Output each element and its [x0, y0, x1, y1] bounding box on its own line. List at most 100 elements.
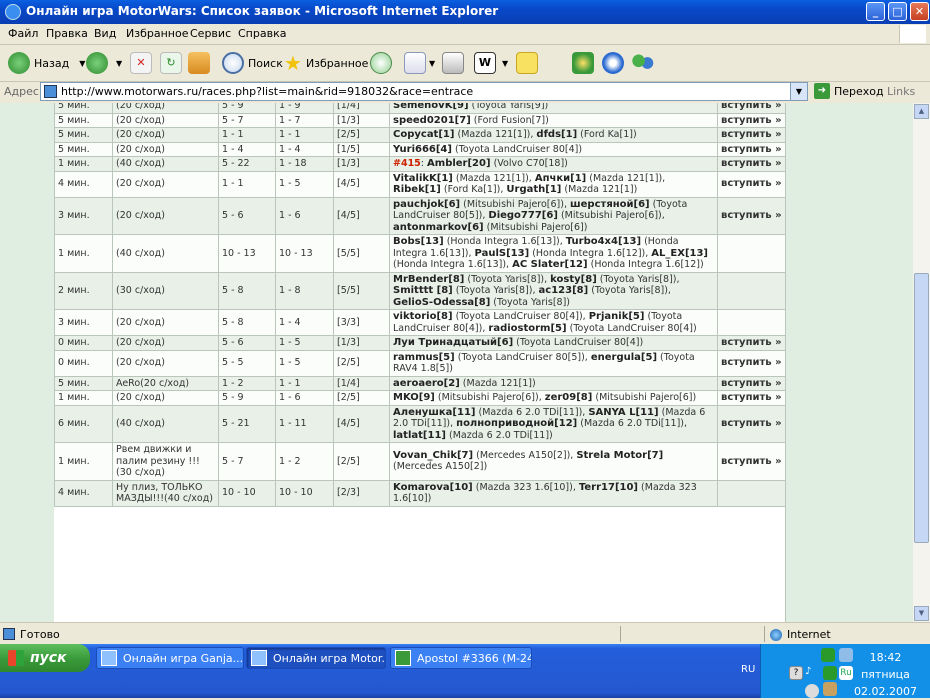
racer-name[interactable]: radiostorm[5]: [488, 323, 566, 334]
racer-name[interactable]: MKO[9]: [393, 392, 435, 403]
racer-name[interactable]: Vovan_Chik[7]: [393, 450, 473, 461]
back-circle-icon[interactable]: [805, 684, 819, 698]
vertical-scrollbar[interactable]: ▲ ▼: [913, 103, 930, 622]
search-button[interactable]: Поиск: [222, 50, 283, 76]
racer-name[interactable]: Terr17[10]: [579, 482, 638, 493]
help-icon[interactable]: ?: [789, 666, 803, 680]
racer-name[interactable]: Аленушка[11]: [393, 407, 476, 418]
join-race-button[interactable]: вступить »: [717, 156, 786, 172]
racer-name[interactable]: energula[5]: [591, 352, 657, 363]
racer-name[interactable]: latlat[11]: [393, 430, 446, 441]
taskbar-item-motorwars[interactable]: Онлайн игра Motor...: [246, 647, 386, 669]
join-race-button[interactable]: вступить »: [717, 404, 786, 443]
chevron-down-icon[interactable]: ▼: [429, 59, 435, 68]
racer-name[interactable]: Strela Motor[7]: [576, 450, 663, 461]
research-button[interactable]: [602, 50, 624, 76]
join-race-button[interactable]: вступить »: [717, 349, 786, 377]
go-button[interactable]: ➜ Переход: [814, 83, 884, 99]
racer-name[interactable]: viktorio[8]: [393, 311, 453, 322]
clock[interactable]: 18:42 пятница 02.02.2007: [854, 649, 917, 700]
ru-input-icon[interactable]: Ru: [839, 666, 853, 680]
taskbar-item-ganja[interactable]: Онлайн игра Ganja...: [96, 647, 244, 669]
racer-name[interactable]: Луи Тринадцатый[6]: [393, 337, 513, 348]
join-race-button[interactable]: вступить »: [717, 170, 786, 198]
chevron-down-icon[interactable]: ▼: [79, 59, 85, 68]
join-race-button[interactable]: вступить »: [717, 375, 786, 391]
home-button[interactable]: [188, 50, 210, 76]
history-button[interactable]: [370, 50, 392, 76]
racer-name[interactable]: MrBender[8]: [393, 274, 464, 285]
join-race-button[interactable]: вступить »: [717, 442, 786, 481]
maximize-button[interactable]: □: [888, 2, 907, 21]
join-race-button[interactable]: вступить »: [717, 112, 786, 128]
racer-name[interactable]: Yuri666[4]: [393, 144, 452, 155]
scroll-up-icon[interactable]: ▲: [914, 104, 929, 119]
users-icon[interactable]: [839, 648, 853, 662]
language-indicator[interactable]: RU: [741, 664, 755, 675]
racer-name[interactable]: aeroaero[2]: [393, 378, 460, 389]
chevron-down-icon[interactable]: ▼: [790, 83, 807, 100]
messenger-button[interactable]: [632, 50, 654, 76]
network-icon[interactable]: [821, 648, 835, 662]
racer-name[interactable]: AL_EX[13]: [651, 248, 708, 259]
join-race-button[interactable]: вступить »: [717, 390, 786, 406]
menu-edit[interactable]: Правка: [46, 27, 88, 40]
racer-name[interactable]: Turbo4x4[13]: [566, 236, 641, 247]
racer-name[interactable]: SemenovK[9]: [393, 103, 469, 111]
racer-name[interactable]: speed0201[7]: [393, 115, 471, 126]
favorites-button[interactable]: ★ Избранное: [284, 50, 368, 76]
racer-name[interactable]: Ambler[20]: [427, 158, 491, 169]
scroll-thumb[interactable]: [914, 273, 929, 543]
window-titlebar[interactable]: Онлайн игра MotorWars: Список заявок - M…: [0, 0, 930, 24]
racer-name[interactable]: GelioS-Odessa[8]: [393, 297, 490, 308]
plugin-button[interactable]: [572, 50, 594, 76]
chevron-down-icon[interactable]: ▼: [116, 59, 122, 68]
racer-name[interactable]: antonmarkov[6]: [393, 222, 484, 233]
minimize-button[interactable]: _: [866, 2, 885, 21]
racer-name[interactable]: Bobs[13]: [393, 236, 444, 247]
refresh-button[interactable]: ↻: [160, 50, 182, 76]
racer-name[interactable]: rammus[5]: [393, 352, 455, 363]
racer-name[interactable]: Diego777[6]: [488, 210, 558, 221]
racer-name[interactable]: Prjanik[5]: [589, 311, 645, 322]
racer-name[interactable]: Copycat[1]: [393, 129, 454, 140]
start-button[interactable]: пуск: [0, 644, 90, 672]
racer-name[interactable]: шерстяной[6]: [570, 199, 650, 210]
racer-name[interactable]: pauchjok[6]: [393, 199, 460, 210]
scroll-down-icon[interactable]: ▼: [914, 606, 929, 621]
edit-button[interactable]: W ▼: [474, 50, 508, 76]
taskbar-item-apostol[interactable]: Apostol #3366 (M-24...: [390, 647, 532, 669]
racer-name[interactable]: Апчки[1]: [535, 173, 586, 184]
menu-favorites[interactable]: Избранное: [126, 27, 188, 40]
forward-button[interactable]: ▼: [86, 50, 122, 76]
racer-name[interactable]: Komarova[10]: [393, 482, 473, 493]
print-button[interactable]: [442, 50, 464, 76]
menu-help[interactable]: Справка: [238, 27, 286, 40]
join-race-button[interactable]: вступить »: [717, 103, 786, 114]
menu-tools[interactable]: Сервис: [190, 27, 231, 40]
racer-name[interactable]: dfds[1]: [536, 129, 577, 140]
racer-name[interactable]: Ribek[1]: [393, 184, 441, 195]
join-race-button[interactable]: вступить »: [717, 196, 786, 235]
join-race-button[interactable]: вступить »: [717, 335, 786, 351]
back-button[interactable]: Назад ▼: [8, 50, 85, 76]
racer-name[interactable]: полноприводной[12]: [456, 418, 577, 429]
racer-name[interactable]: SANYA L[11]: [588, 407, 658, 418]
racer-name[interactable]: ac123[8]: [539, 285, 589, 296]
box-icon[interactable]: [823, 682, 837, 696]
mail-button[interactable]: ▼: [404, 50, 435, 76]
join-race-button[interactable]: вступить »: [717, 127, 786, 143]
notes-button[interactable]: [516, 50, 538, 76]
close-button[interactable]: ✕: [910, 2, 929, 21]
chevron-down-icon[interactable]: ▼: [502, 59, 508, 68]
menu-view[interactable]: Вид: [94, 27, 116, 40]
volume-icon[interactable]: ♪: [805, 666, 819, 680]
stop-button[interactable]: ✕: [130, 50, 152, 76]
racer-name[interactable]: kosty[8]: [550, 274, 597, 285]
links-button[interactable]: Links: [887, 85, 915, 98]
racer-name[interactable]: AC Slater[12]: [512, 259, 588, 270]
racer-name[interactable]: Urgath[1]: [506, 184, 561, 195]
security-icon[interactable]: [823, 666, 837, 680]
menu-file[interactable]: Файл: [8, 27, 38, 40]
racer-name[interactable]: zer09[8]: [545, 392, 593, 403]
